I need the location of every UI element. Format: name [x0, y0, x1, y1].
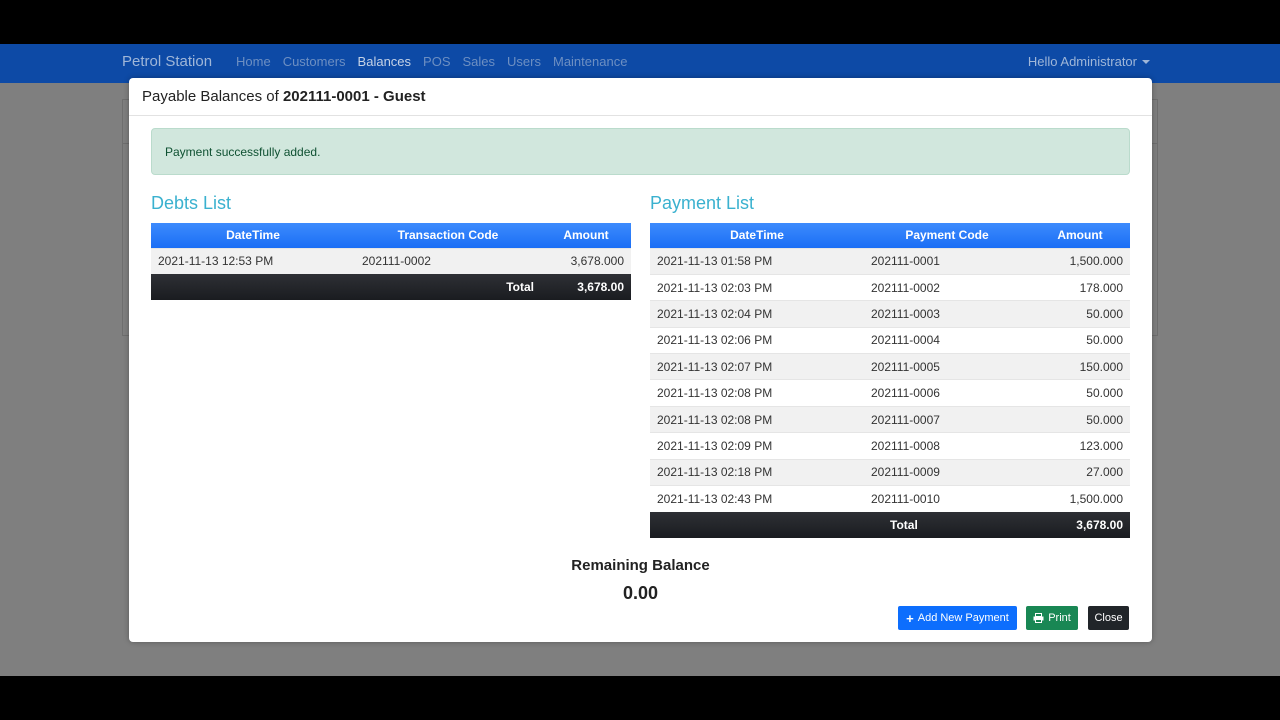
payments-cell-amount: 50.000 [1030, 405, 1130, 433]
debts-total-label: Total [355, 274, 541, 301]
payments-row: 2021-11-13 02:08 PM 202111-0007 50.000 [650, 405, 1130, 433]
payments-cell-datetime: 2021-11-13 01:58 PM [650, 247, 864, 275]
payments-cell-amount: 123.000 [1030, 432, 1130, 460]
remaining-balance-label: Remaining Balance [571, 557, 710, 574]
nav-users[interactable]: Users [507, 54, 541, 69]
payments-row: 2021-11-13 02:07 PM 202111-0005 150.000 [650, 353, 1130, 380]
nav-sales[interactable]: Sales [463, 54, 496, 69]
payments-table: DateTime Payment Code Amount 2021-11-13 … [650, 223, 1130, 538]
debts-col-code[interactable]: Transaction Code [355, 223, 541, 248]
payments-cell-code: 202111-0007 [864, 405, 1030, 433]
payments-cell-amount: 178.000 [1030, 273, 1130, 301]
modal-title-subject: 202111-0001 - Guest [282, 88, 426, 105]
payments-row: 2021-11-13 02:04 PM 202111-0003 50.000 [650, 300, 1130, 328]
payments-cell-datetime: 2021-11-13 02:18 PM [650, 458, 864, 486]
plus-icon: + [906, 610, 914, 626]
payments-cell-datetime: 2021-11-13 02:08 PM [650, 405, 864, 433]
debts-col-amount[interactable]: Amount [541, 223, 631, 248]
payments-cell-code: 202111-0005 [864, 353, 1030, 380]
print-button[interactable]: Print [1026, 606, 1078, 630]
payments-cell-amount: 50.000 [1030, 300, 1130, 328]
debts-total-row: Total 3,678.00 [151, 274, 631, 301]
payments-cell-code: 202111-0002 [864, 273, 1030, 301]
caret-down-icon [1142, 60, 1150, 64]
payments-row: 2021-11-13 02:06 PM 202111-0004 50.000 [650, 326, 1130, 354]
debts-header-row: DateTime Transaction Code Amount [151, 223, 631, 248]
debts-cell-code: 202111-0002 [355, 247, 541, 275]
payments-cell-datetime: 2021-11-13 02:03 PM [650, 273, 864, 301]
remaining-balance-value: 0.00 [622, 583, 659, 603]
payments-cell-code: 202111-0010 [864, 485, 1030, 512]
nav-balances[interactable]: Balances [358, 54, 411, 69]
payments-cell-code: 202111-0003 [864, 300, 1030, 328]
payments-cell-code: 202111-0008 [864, 432, 1030, 460]
payments-row: 2021-11-13 01:58 PM 202111-0001 1,500.000 [650, 247, 1130, 275]
payments-cell-code: 202111-0001 [864, 247, 1030, 275]
payments-cell-code: 202111-0004 [864, 326, 1030, 354]
add-new-payment-label: Add New Payment [917, 612, 1009, 624]
payments-cell-amount: 27.000 [1030, 458, 1130, 486]
nav-maintenance[interactable]: Maintenance [553, 54, 627, 69]
payment-list-title: Payment List [650, 193, 755, 213]
payments-cell-datetime: 2021-11-13 02:08 PM [650, 379, 864, 407]
payments-cell-amount: 1,500.000 [1030, 247, 1130, 275]
payments-row: 2021-11-13 02:08 PM 202111-0006 50.000 [650, 379, 1130, 407]
nav-links: Home Customers Balances POS Sales Users … [236, 54, 627, 69]
debts-cell-amount: 3,678.000 [541, 247, 631, 275]
printer-icon [1033, 613, 1044, 623]
payments-cell-datetime: 2021-11-13 02:43 PM [650, 485, 864, 512]
payments-col-code[interactable]: Payment Code [864, 223, 1030, 248]
payments-cell-datetime: 2021-11-13 02:07 PM [650, 353, 864, 380]
payments-row: 2021-11-13 02:09 PM 202111-0008 123.000 [650, 432, 1130, 460]
user-menu-label: Hello Administrator [1027, 54, 1137, 69]
nav-customers[interactable]: Customers [283, 54, 346, 69]
debts-row: 2021-11-13 12:53 PM 202111-0002 3,678.000 [151, 247, 631, 275]
user-menu[interactable]: Hello Administrator [1028, 54, 1150, 69]
payments-col-amount[interactable]: Amount [1030, 223, 1130, 248]
payable-balances-modal: Payable Balances of 202111-0001 - Guest … [129, 78, 1152, 642]
payments-cell-datetime: 2021-11-13 02:06 PM [650, 326, 864, 354]
payments-total-label: Total [864, 511, 1030, 538]
debts-cell-datetime: 2021-11-13 12:53 PM [151, 247, 355, 275]
payments-cell-code: 202111-0009 [864, 458, 1030, 486]
payments-cell-amount: 1,500.000 [1030, 485, 1130, 512]
debts-list-title: Debts List [151, 193, 232, 213]
print-label: Print [1048, 612, 1071, 624]
modal-title-prefix: Payable Balances of [142, 88, 279, 105]
add-new-payment-button[interactable]: + Add New Payment [898, 606, 1017, 630]
payments-total-value: 3,678.00 [1030, 511, 1130, 538]
success-alert: Payment successfully added. [151, 128, 1130, 175]
payments-cell-datetime: 2021-11-13 02:09 PM [650, 432, 864, 460]
payments-col-datetime[interactable]: DateTime [650, 223, 864, 248]
payments-cell-amount: 50.000 [1030, 379, 1130, 407]
payments-total-row: Total 3,678.00 [650, 511, 1130, 538]
payments-cell-amount: 150.000 [1030, 353, 1130, 380]
brand-link[interactable]: Petrol Station [122, 53, 212, 70]
nav-home[interactable]: Home [236, 54, 271, 69]
payments-row: 2021-11-13 02:43 PM 202111-0010 1,500.000 [650, 485, 1130, 512]
debts-col-datetime[interactable]: DateTime [151, 223, 355, 248]
payments-cell-code: 202111-0006 [864, 379, 1030, 407]
payments-row: 2021-11-13 02:18 PM 202111-0009 27.000 [650, 458, 1130, 486]
app-screen: Petrol Station Home Customers Balances P… [0, 44, 1280, 676]
debts-total-value: 3,678.00 [541, 274, 631, 301]
payments-header-row: DateTime Payment Code Amount [650, 223, 1130, 248]
payments-cell-datetime: 2021-11-13 02:04 PM [650, 300, 864, 328]
debts-table: DateTime Transaction Code Amount 2021-11… [151, 223, 631, 301]
nav-pos[interactable]: POS [423, 54, 450, 69]
modal-title: Payable Balances of 202111-0001 - Guest [129, 78, 1152, 116]
payments-row: 2021-11-13 02:03 PM 202111-0002 178.000 [650, 273, 1130, 301]
close-button[interactable]: Close [1088, 606, 1129, 630]
payments-cell-amount: 50.000 [1030, 326, 1130, 354]
